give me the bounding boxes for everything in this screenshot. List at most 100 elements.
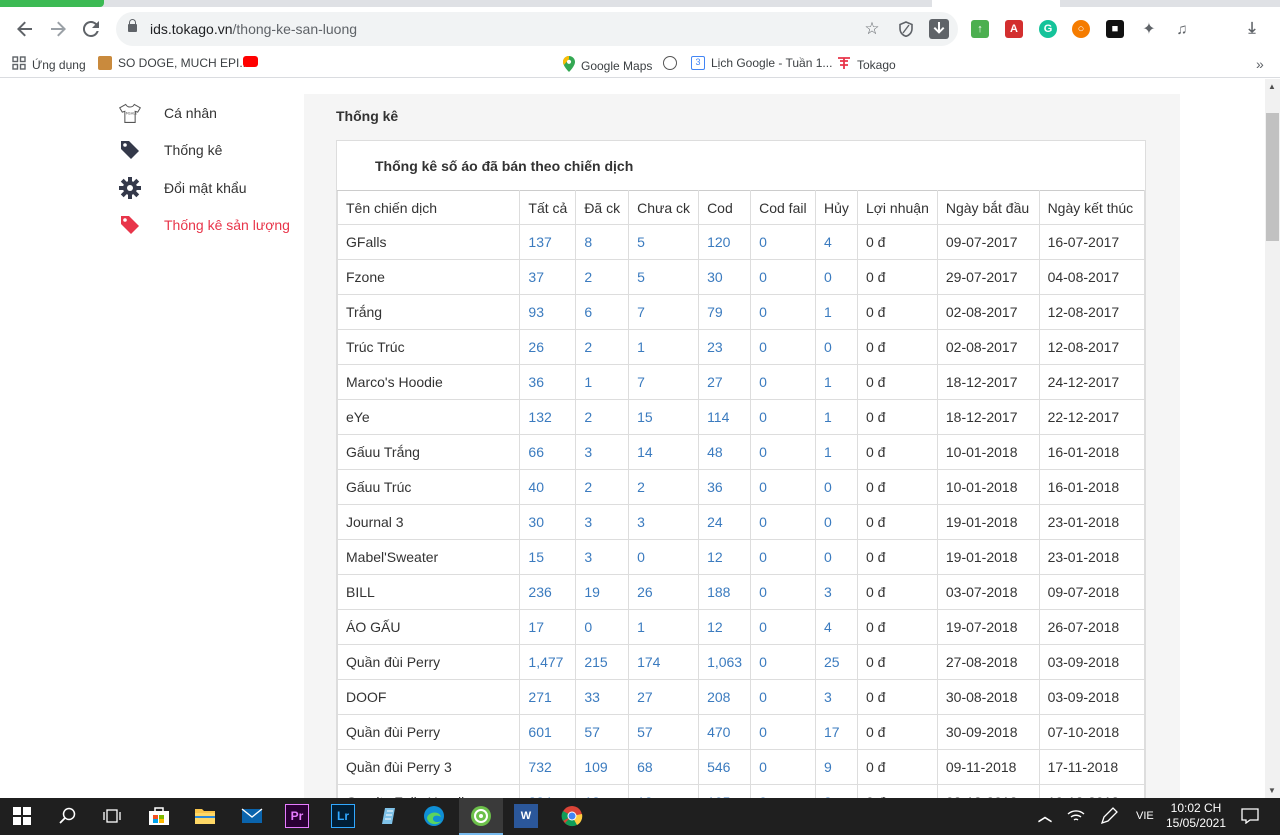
count-link[interactable]: 17 — [519, 609, 577, 645]
count-link[interactable]: 2 — [628, 469, 700, 505]
store-icon[interactable] — [147, 804, 171, 828]
count-link[interactable]: 188 — [698, 574, 752, 610]
count-link[interactable]: 33 — [575, 679, 630, 715]
star-icon[interactable]: ☆ — [862, 19, 882, 39]
count-link[interactable]: 0 — [750, 294, 816, 330]
count-link[interactable]: 0 — [750, 539, 816, 575]
count-link[interactable]: 66 — [519, 434, 577, 470]
count-link[interactable]: 0 — [750, 574, 816, 610]
count-link[interactable]: 1,063 — [698, 644, 752, 680]
count-link[interactable]: 215 — [575, 644, 630, 680]
count-link[interactable]: 0 — [750, 224, 816, 260]
page-scrollbar[interactable]: ▲ ▼ — [1265, 79, 1280, 798]
count-link[interactable]: 8 — [575, 224, 630, 260]
count-link[interactable]: 1 — [628, 329, 700, 365]
premiere-icon[interactable]: Pr — [285, 804, 309, 828]
count-link[interactable]: 1 — [815, 434, 858, 470]
tab-green[interactable] — [0, 0, 104, 7]
count-link[interactable]: 6 — [575, 294, 630, 330]
url-text[interactable]: ids.tokago.vn/thong-ke-san-luong — [150, 21, 357, 37]
bookmark-wikipedia[interactable] — [663, 56, 677, 70]
count-link[interactable]: 0 — [750, 259, 816, 295]
download-icon[interactable]: ⤓ — [1243, 20, 1261, 38]
reload-icon[interactable] — [77, 15, 105, 43]
count-link[interactable]: 0 — [750, 784, 816, 798]
bookmark-apps[interactable]: Ứng dụng — [12, 56, 86, 73]
word-icon[interactable]: W — [514, 804, 538, 828]
file-explorer-icon[interactable] — [193, 804, 217, 828]
count-link[interactable]: 0 — [815, 259, 858, 295]
count-link[interactable]: 14 — [628, 434, 700, 470]
task-view-icon[interactable] — [100, 804, 124, 828]
bookmarks-overflow-icon[interactable]: » — [1256, 56, 1264, 72]
count-link[interactable]: 3 — [815, 679, 858, 715]
scroll-up-icon[interactable]: ▲ — [1268, 82, 1276, 91]
count-link[interactable]: 1 — [815, 364, 858, 400]
count-link[interactable]: 5 — [628, 259, 700, 295]
count-link[interactable]: 0 — [750, 609, 816, 645]
lock-icon[interactable] — [128, 19, 137, 34]
chrome-icon[interactable] — [560, 804, 584, 828]
count-link[interactable]: 3 — [575, 504, 630, 540]
windows-start-icon[interactable] — [10, 804, 34, 828]
count-link[interactable]: 3 — [575, 434, 630, 470]
count-link[interactable]: 0 — [815, 329, 858, 365]
count-link[interactable]: 24 — [698, 504, 752, 540]
language-indicator[interactable]: VIE — [1136, 810, 1154, 822]
count-link[interactable]: 30 — [519, 504, 577, 540]
count-link[interactable]: 36 — [519, 364, 577, 400]
grammarly-icon[interactable]: G — [1039, 20, 1057, 38]
count-link[interactable]: 234 — [519, 784, 577, 798]
notification-icon[interactable] — [1238, 804, 1262, 828]
search-icon[interactable] — [56, 804, 80, 828]
bookmark-google-calendar[interactable]: 3 Lịch Google - Tuần 1... — [691, 56, 832, 70]
count-link[interactable]: 1 — [815, 294, 858, 330]
count-link[interactable]: 26 — [519, 329, 577, 365]
count-link[interactable]: 2 — [575, 469, 630, 505]
playlist-icon[interactable]: ♫ — [1173, 20, 1191, 38]
count-link[interactable]: 120 — [698, 224, 752, 260]
count-link[interactable]: 132 — [519, 399, 577, 435]
count-link[interactable]: 601 — [519, 714, 577, 750]
count-link[interactable]: 2 — [575, 259, 630, 295]
count-link[interactable]: 0 — [750, 434, 816, 470]
count-link[interactable]: 27 — [698, 364, 752, 400]
bookmark-tokago[interactable]: Tokago — [837, 56, 896, 73]
lightroom-icon[interactable]: Lr — [331, 804, 355, 828]
tab-active[interactable] — [932, 0, 1060, 7]
count-link[interactable]: 0 — [628, 539, 700, 575]
count-link[interactable]: 109 — [575, 749, 630, 785]
scroll-down-icon[interactable]: ▼ — [1268, 786, 1276, 795]
count-link[interactable]: 1 — [575, 364, 630, 400]
count-link[interactable]: 15 — [519, 539, 577, 575]
pen-icon[interactable] — [1097, 804, 1121, 828]
count-link[interactable]: 23 — [698, 329, 752, 365]
bookmark-youtube[interactable] — [243, 56, 258, 67]
count-link[interactable]: 208 — [698, 679, 752, 715]
count-link[interactable]: 236 — [519, 574, 577, 610]
count-link[interactable]: 470 — [698, 714, 752, 750]
count-link[interactable]: 9 — [815, 749, 858, 785]
count-link[interactable]: 137 — [519, 224, 577, 260]
count-link[interactable]: 26 — [628, 574, 700, 610]
extension-green-icon[interactable]: ↑ — [971, 20, 989, 38]
count-link[interactable]: 7 — [628, 294, 700, 330]
count-link[interactable]: 0 — [750, 644, 816, 680]
wifi-icon[interactable] — [1064, 804, 1088, 828]
count-link[interactable]: 0 — [815, 504, 858, 540]
sidebar-item-statistics[interactable]: Thống kê — [118, 135, 222, 165]
count-link[interactable]: 0 — [750, 399, 816, 435]
sidebar-item-profile[interactable]: MSALE Cá nhân — [118, 98, 217, 128]
count-link[interactable]: 30 — [698, 259, 752, 295]
extension-orange-icon[interactable]: ○ — [1072, 20, 1090, 38]
count-link[interactable]: 68 — [628, 749, 700, 785]
bookmark-google-maps[interactable]: Google Maps — [563, 56, 652, 75]
count-link[interactable]: 1 — [815, 399, 858, 435]
sidebar-item-change-password[interactable]: Đổi mật khẩu — [118, 173, 246, 203]
extension-red-icon[interactable]: A — [1005, 20, 1023, 38]
count-link[interactable]: 18 — [575, 784, 630, 798]
count-link[interactable]: 25 — [815, 644, 858, 680]
count-link[interactable]: 195 — [698, 784, 752, 798]
count-link[interactable]: 0 — [750, 364, 816, 400]
count-link[interactable]: 3 — [815, 574, 858, 610]
